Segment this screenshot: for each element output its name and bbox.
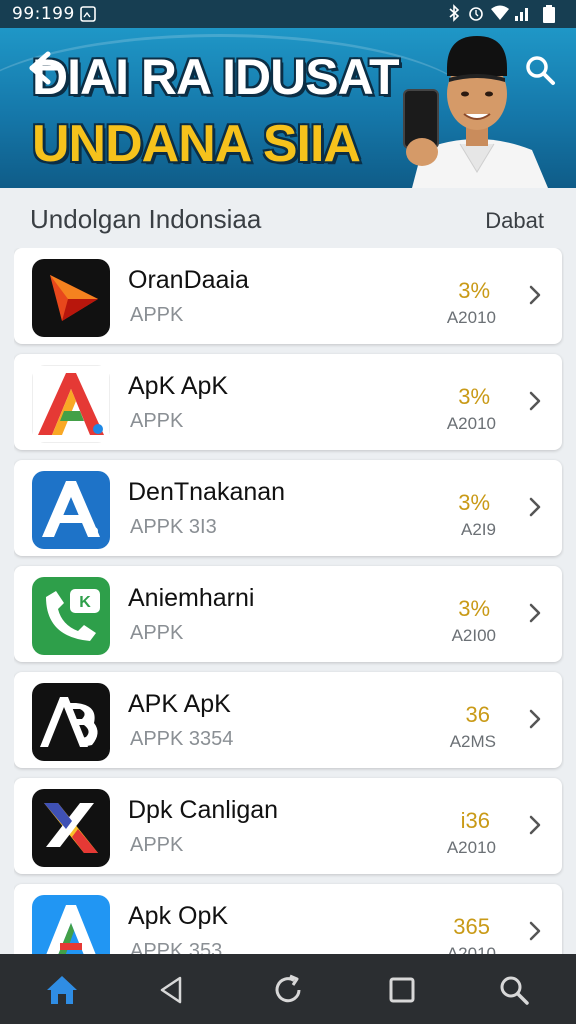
back-arrow-icon[interactable]: [22, 48, 62, 88]
app-percent: 3%: [458, 384, 490, 409]
refresh-icon[interactable]: [268, 970, 308, 1010]
app-percent: 36: [465, 702, 490, 727]
app-percent: 3%: [458, 490, 490, 515]
svg-text:K: K: [79, 594, 91, 611]
recent-apps-icon[interactable]: [382, 970, 422, 1010]
app-subtitle: APPK: [130, 622, 184, 644]
app-count: A2010: [446, 414, 496, 433]
chevron-right-icon[interactable]: [524, 812, 546, 838]
app-subtitle: APPK 3I3: [130, 516, 217, 538]
multicolor-a-logo-icon: [32, 365, 110, 443]
chevron-right-icon[interactable]: [524, 600, 546, 626]
app-count: A2010: [446, 308, 496, 327]
black-ab-logo-icon: [32, 683, 110, 761]
app-card[interactable]: Dpk Canligan APPK i36 A2010: [14, 778, 562, 874]
app-subtitle: APPK 353: [130, 940, 223, 954]
app-count: A2I00: [451, 626, 496, 645]
section-title: Undolgan Indonsiaa: [30, 204, 262, 234]
app-percent: 3%: [458, 596, 490, 621]
app-percent: 3%: [458, 278, 490, 303]
app-name: Aniemharni: [128, 584, 255, 612]
home-icon[interactable]: [42, 970, 82, 1010]
red-triangle-logo-icon: [32, 259, 110, 337]
app-name: OranDaaia: [128, 266, 249, 294]
signal-icon: [514, 4, 532, 27]
gallery-icon: [80, 6, 96, 27]
app-count: A2MS: [449, 732, 496, 751]
app-list: OranDaaia APPK 3% A2010 ApK ApK APPK 3% …: [14, 248, 564, 954]
app-count: A2010: [446, 838, 496, 857]
app-percent: 365: [453, 914, 490, 939]
chevron-right-icon[interactable]: [524, 494, 546, 520]
app-count: A2I9: [461, 520, 496, 539]
app-percent: i36: [460, 808, 490, 833]
chevron-right-icon[interactable]: [524, 706, 546, 732]
app-subtitle: APPK: [130, 834, 184, 856]
app-name: ApK ApK: [128, 372, 229, 400]
alarm-icon: [468, 4, 484, 27]
app-subtitle: APPK: [130, 410, 184, 432]
app-name: DenTnakanan: [128, 478, 286, 506]
blue-a-logo-icon: [32, 471, 110, 549]
banner-title-line1: DIAI RA IDUSAT: [32, 49, 400, 105]
chevron-right-icon[interactable]: [524, 282, 546, 308]
section-header: Undolgan Indonsiaa Dabat: [0, 188, 576, 244]
app-card[interactable]: DenTnakanan APPK 3I3 3% A2I9: [14, 460, 562, 556]
status-time: 99:199: [12, 4, 75, 24]
back-triangle-icon[interactable]: [152, 970, 192, 1010]
section-action-link[interactable]: Dabat: [485, 208, 544, 234]
app-count: A2010: [446, 944, 496, 954]
app-name: Dpk Canligan: [128, 796, 279, 824]
green-phone-logo-icon: K: [32, 577, 110, 655]
x-logo-icon: [32, 789, 110, 867]
app-name: APK ApK: [128, 690, 231, 718]
banner-title-line2: UNDANA SIIA: [32, 115, 361, 173]
app-card[interactable]: ApK ApK APPK 3% A2010: [14, 354, 562, 450]
battery-icon: [542, 4, 556, 29]
search-icon[interactable]: [522, 52, 558, 88]
app-card[interactable]: Apk OpK APPK 353 365 A2010: [14, 884, 562, 954]
app-card[interactable]: OranDaaia APPK 3% A2010: [14, 248, 562, 344]
promo-banner[interactable]: DIAI RA IDUSAT UNDANA SIIA: [0, 28, 576, 188]
wifi-icon: [490, 4, 510, 27]
search-nav-icon[interactable]: [494, 970, 534, 1010]
app-name: Apk OpK: [128, 902, 229, 930]
chevron-right-icon[interactable]: [524, 918, 546, 944]
bottom-nav-bar: [0, 954, 576, 1024]
app-card[interactable]: APK ApK APPK 3354 36 A2MS: [14, 672, 562, 768]
app-card[interactable]: K Aniemharni APPK 3% A2I00: [14, 566, 562, 662]
bluetooth-icon: [448, 4, 460, 27]
app-subtitle: APPK: [130, 304, 184, 326]
status-bar: 99:199: [0, 0, 576, 28]
chevron-right-icon[interactable]: [524, 388, 546, 414]
light-blue-a-logo-icon: [32, 895, 110, 954]
app-subtitle: APPK 3354: [130, 728, 234, 750]
